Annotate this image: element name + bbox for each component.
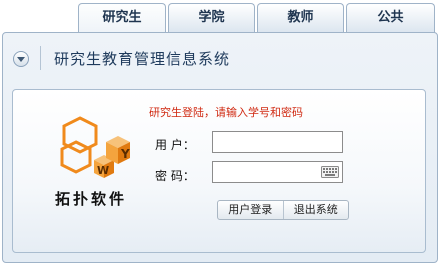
exit-button[interactable]: 退出系统 <box>282 201 349 219</box>
chevron-down-icon[interactable] <box>13 51 29 67</box>
tab-public[interactable]: 公共 <box>346 3 435 33</box>
page-title: 研究生教育管理信息系统 <box>54 50 231 68</box>
username-label: 用 户： <box>155 138 195 152</box>
tab-college[interactable]: 学院 <box>168 3 255 33</box>
brand-name: 拓扑软件 <box>55 190 128 208</box>
login-instruction: 研究生登陆，请输入学号和密码 <box>149 106 303 119</box>
window-header: 研究生教育管理信息系统 <box>2 32 438 80</box>
tab-teacher[interactable]: 教师 <box>257 3 344 33</box>
tab-bar: 研究生 学院 教师 公共 <box>78 3 436 34</box>
tab-graduate[interactable]: 研究生 <box>78 3 166 34</box>
username-input[interactable] <box>212 131 343 153</box>
keyboard-icon[interactable] <box>321 166 339 178</box>
login-button[interactable]: 用户登录 <box>218 201 283 219</box>
logo-letter-w: W <box>97 164 109 177</box>
password-label: 密 码： <box>155 169 195 183</box>
brand-logo: W Y <box>58 116 138 188</box>
login-button-group: 用户登录 退出系统 <box>217 200 349 220</box>
logo-letter-y: Y <box>120 147 130 161</box>
header-divider <box>40 46 41 70</box>
password-input[interactable] <box>212 161 343 183</box>
